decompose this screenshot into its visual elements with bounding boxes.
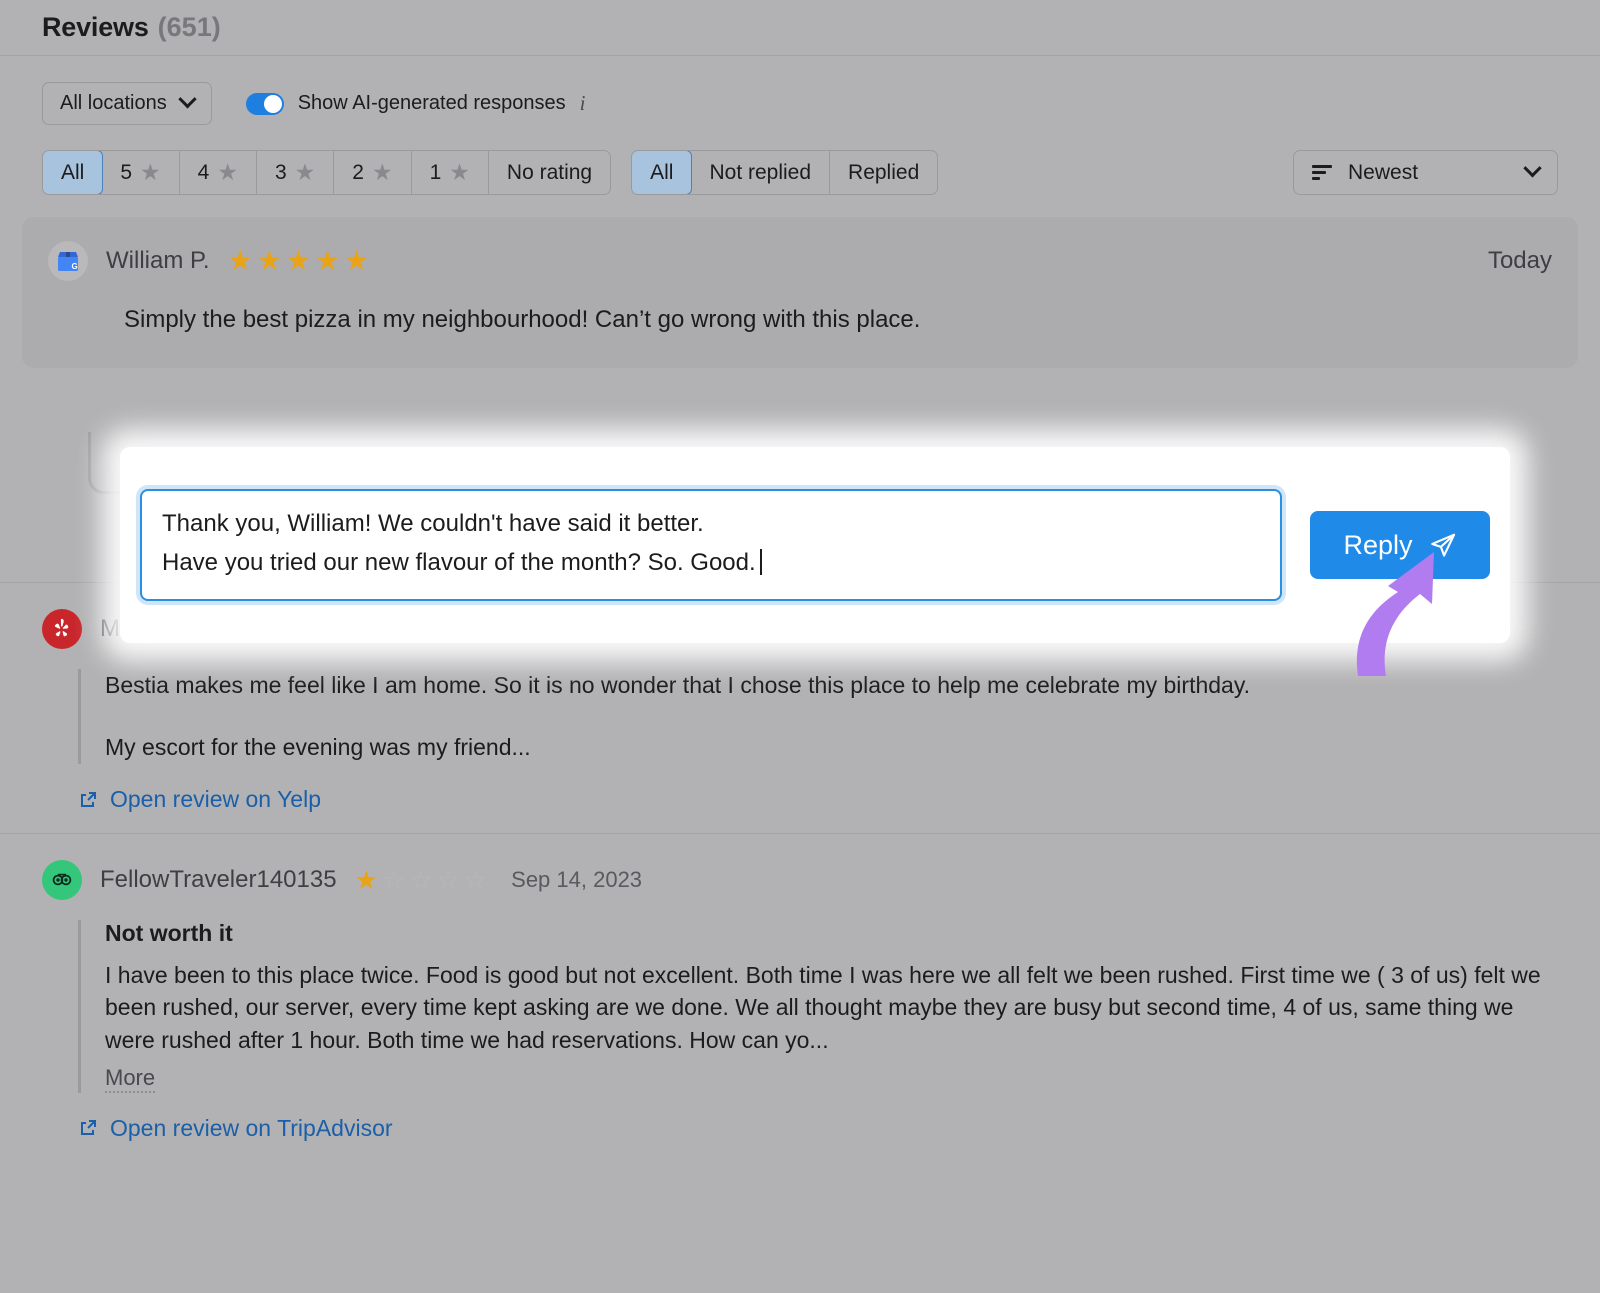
reviews-header: Reviews (651)	[0, 0, 1600, 56]
toggle-knob	[263, 94, 282, 113]
star-filled-icon: ★	[227, 245, 253, 276]
external-link-icon	[78, 1118, 98, 1138]
review-body-quote: Not worth it I have been to this place t…	[78, 919, 1558, 1093]
open-review-on-yelp-link[interactable]: Open review on Yelp	[78, 786, 321, 813]
reply-filter-label: Not replied	[709, 160, 812, 184]
rating-filter-3[interactable]: 3 ★	[257, 151, 335, 194]
location-filter-label: All locations	[60, 92, 167, 114]
rating-filter-no-rating[interactable]: No rating	[489, 151, 610, 194]
rating-filter-label: 5	[120, 160, 133, 184]
reply-textarea[interactable]: Thank you, William! We couldn't have sai…	[140, 489, 1282, 601]
location-filter-dropdown[interactable]: All locations	[42, 82, 212, 125]
star-filled-icon: ★	[256, 245, 282, 276]
ai-responses-toggle[interactable]	[245, 92, 284, 115]
star-empty-icon: ☆	[409, 864, 433, 895]
star-icon: ★	[449, 159, 470, 185]
review-body: Simply the best pizza in my neighbourhoo…	[124, 306, 921, 333]
reply-filter-not-replied[interactable]: Not replied	[691, 151, 831, 194]
reply-button[interactable]: Reply	[1310, 511, 1490, 579]
chevron-down-icon	[178, 90, 197, 109]
review-author: FellowTraveler140135	[100, 865, 337, 893]
star-icon: ★	[371, 159, 393, 185]
star-empty-icon: ☆	[436, 864, 460, 895]
tripadvisor-avatar	[42, 859, 82, 900]
rating-filter-all[interactable]: All	[43, 151, 104, 194]
star-empty-icon: ☆	[463, 864, 488, 895]
sort-dropdown[interactable]: Newest	[1293, 150, 1558, 195]
review-card-tripadvisor: FellowTraveler140135 ★ ☆ ☆ ☆ ☆ Sep 14, 2023 …	[0, 832, 1600, 1161]
review-card-google: G William P. ★ ★ ★ ★ ★ Today Simply the best…	[22, 217, 1578, 368]
chevron-down-icon	[1523, 159, 1542, 178]
reply-editor-spotlight: Thank you, William! We couldn't have sai…	[120, 447, 1510, 643]
star-icon: ★	[217, 159, 238, 185]
rating-filter-label: 2	[352, 160, 364, 184]
star-filled-icon: ★	[314, 245, 341, 276]
toolbar-row-filters: All 5 ★ 4 ★ 3 ★ 2 ★ 1 ★ No rating All Not replied Rep…	[42, 150, 1558, 195]
rating-filter-label: No rating	[506, 160, 593, 184]
info-icon[interactable]: i	[580, 91, 586, 116]
ai-responses-toggle-group: Show AI-generated responses i	[245, 91, 586, 116]
reply-text-line-2: Have you tried our new flavour of the mo…	[162, 548, 756, 576]
review-date: Sep 14, 2023	[511, 866, 643, 892]
reply-text-line-1: Thank you, William! We couldn't have sai…	[162, 510, 704, 537]
rating-filter-5[interactable]: 5 ★	[102, 151, 180, 194]
review-paragraph: Bestia makes me feel like I am home. So …	[105, 671, 1251, 698]
reply-filter-label: Replied	[848, 160, 920, 184]
send-icon	[1429, 531, 1457, 559]
text-caret	[759, 548, 762, 575]
toolbar-row-top: All locations Show AI-generated response…	[42, 82, 1558, 125]
star-filled-icon: ★	[285, 245, 311, 276]
sort-value: Newest	[1348, 160, 1419, 184]
reviews-toolbar: All locations Show AI-generated response…	[0, 56, 1600, 195]
review-title: Not worth it	[105, 919, 233, 946]
rating-filter-2[interactable]: 2 ★	[334, 151, 412, 194]
page-title: Reviews	[42, 12, 149, 42]
reply-filter-all[interactable]: All	[632, 151, 693, 194]
reviews-page: Reviews (651) All locations Show AI-gene…	[0, 0, 1600, 1293]
review-header: FellowTraveler140135 ★ ☆ ☆ ☆ ☆ Sep 14, 2023	[42, 859, 1558, 900]
star-icon: ★	[294, 159, 316, 185]
rating-filter-label: 1	[429, 160, 442, 184]
open-review-link-label: Open review on TripAdvisor	[110, 1114, 393, 1141]
star-filled-icon: ★	[354, 864, 378, 895]
review-rating-stars: ★ ☆ ☆ ☆ ☆	[355, 867, 488, 893]
external-link-icon	[78, 790, 98, 810]
reply-filter-replied[interactable]: Replied	[830, 151, 937, 194]
star-empty-icon: ☆	[381, 864, 406, 895]
rating-filter-group: All 5 ★ 4 ★ 3 ★ 2 ★ 1 ★ No rating	[42, 150, 612, 195]
google-business-avatar: G	[48, 241, 88, 281]
review-paragraph: I have been to this place twice. Food is…	[105, 961, 1541, 1053]
sort-icon	[1312, 165, 1332, 180]
open-review-on-tripadvisor-link[interactable]: Open review on TripAdvisor	[78, 1115, 393, 1142]
review-rating-stars: ★★★★★	[228, 247, 370, 275]
rating-filter-label: 3	[274, 160, 287, 184]
open-review-link-label: Open review on Yelp	[110, 786, 321, 813]
reply-text-line-2-wrap: Have you tried our new flavour of the mo…	[162, 544, 1260, 583]
rating-filter-4[interactable]: 4 ★	[180, 151, 257, 194]
rating-filter-label: All	[61, 160, 85, 184]
review-author: William P.	[106, 247, 210, 274]
yelp-avatar	[42, 608, 82, 649]
review-header: G William P. ★ ★ ★ ★ ★ Today	[48, 241, 1552, 281]
reply-button-label: Reply	[1343, 529, 1413, 560]
reviews-count: (651)	[157, 12, 221, 42]
star-filled-icon: ★	[344, 245, 370, 276]
review-date: Today	[1487, 247, 1552, 274]
more-button[interactable]: More	[105, 1065, 156, 1093]
star-icon: ★	[140, 159, 161, 185]
reply-filter-label: All	[650, 160, 674, 184]
rating-filter-label: 4	[197, 160, 210, 184]
review-body-quote: Bestia makes me feel like I am home. So …	[78, 668, 1558, 765]
svg-text:G: G	[72, 262, 78, 271]
rating-filter-1[interactable]: 1 ★	[412, 151, 489, 194]
ai-responses-label: Show AI-generated responses	[297, 92, 566, 114]
review-paragraph: My escort for the evening was my friend.…	[105, 734, 531, 761]
reply-status-filter-group: All Not replied Replied	[631, 150, 939, 195]
